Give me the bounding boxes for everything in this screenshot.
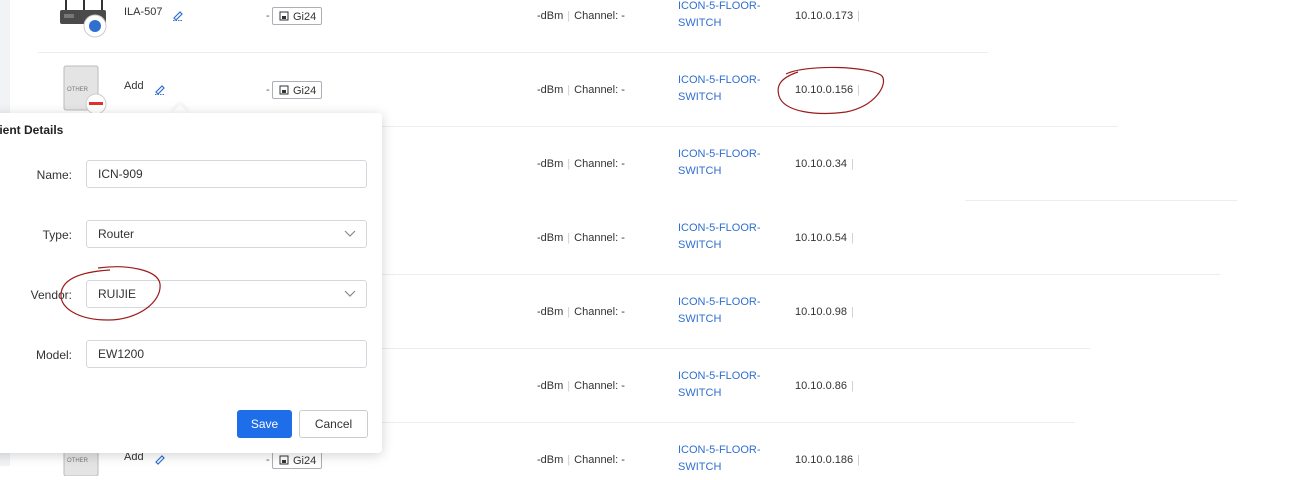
signal-info: -dBm | Channel: - <box>537 380 625 392</box>
port-tag: Gi24 <box>272 7 322 25</box>
port-dash: - <box>266 10 270 22</box>
row-divider <box>380 274 1220 275</box>
port-tag: Gi24 <box>272 81 322 99</box>
switch-link[interactable]: ICON-5-FLOOR-SWITCH <box>678 442 768 476</box>
type-select[interactable]: Router <box>86 220 367 248</box>
signal-info: -dBm | Channel: - <box>537 306 625 318</box>
port-dash: - <box>266 84 270 96</box>
ip-address: 10.10.0.54 | <box>795 232 854 244</box>
signal-info: -dBm | Channel: - <box>537 158 625 170</box>
port-icon <box>279 455 289 465</box>
ip-address: 10.10.0.186 | <box>795 454 860 466</box>
ip-address: 10.10.0.86 | <box>795 380 854 392</box>
name-label: Name: <box>36 168 72 182</box>
row-divider <box>380 422 1075 423</box>
model-label: Model: <box>35 348 72 362</box>
port-tag: Gi24 <box>272 451 322 469</box>
signal-info: -dBm | Channel: - <box>537 84 625 96</box>
switch-link[interactable]: ICON-5-FLOOR-SWITCH <box>678 146 768 180</box>
popover-title: lient Details <box>0 123 64 137</box>
svg-text:OTHER: OTHER <box>67 458 89 464</box>
cancel-button[interactable]: Cancel <box>299 410 368 438</box>
signal-info: -dBm | Channel: - <box>537 232 625 244</box>
name-input[interactable]: ICN-909 <box>86 160 367 188</box>
save-button[interactable]: Save <box>237 410 292 438</box>
other-device-image: OTHER <box>58 64 110 115</box>
device-name: Add <box>124 80 144 92</box>
row-divider <box>38 52 988 53</box>
signal-info: -dBm | Channel: - <box>537 454 625 466</box>
chevron-down-icon <box>344 290 356 297</box>
client-details-popover: lient Details Name: ICN-909 Type: Router… <box>0 113 382 453</box>
switch-link[interactable]: ICON-5-FLOOR-SWITCH <box>678 72 768 106</box>
ip-address: 10.10.0.34 | <box>795 158 854 170</box>
chevron-down-icon <box>344 230 356 237</box>
type-label: Type: <box>42 228 72 242</box>
signal-info: -dBm | Channel: - <box>537 10 625 22</box>
vendor-select[interactable]: RUIJIE <box>86 280 367 308</box>
port-icon <box>279 85 289 95</box>
port-icon <box>279 11 289 21</box>
switch-link[interactable]: ICON-5-FLOOR-SWITCH <box>678 294 768 328</box>
ip-address: 10.10.0.98 | <box>795 306 854 318</box>
edit-icon[interactable] <box>154 453 166 465</box>
svg-text:OTHER: OTHER <box>67 87 89 93</box>
device-name: ILA-507 <box>124 6 163 18</box>
row-divider <box>965 200 1237 201</box>
port-dash: - <box>266 454 270 466</box>
port-label: Gi24 <box>293 11 317 23</box>
row-divider <box>380 348 1090 349</box>
switch-link[interactable]: ICON-5-FLOOR-SWITCH <box>678 220 768 254</box>
edit-icon[interactable] <box>154 83 166 95</box>
ip-address: 10.10.0.156 | <box>795 84 860 96</box>
edit-icon[interactable] <box>172 9 184 21</box>
vendor-label: Vendor: <box>30 288 72 302</box>
port-label: Gi24 <box>293 455 317 467</box>
router-device-image <box>58 0 110 38</box>
model-input[interactable]: EW1200 <box>86 340 367 368</box>
ip-address: 10.10.0.173 | <box>795 10 860 22</box>
switch-link[interactable]: ICON-5-FLOOR-SWITCH <box>678 368 768 402</box>
port-label: Gi24 <box>293 85 317 97</box>
switch-link[interactable]: ICON-5-FLOOR-SWITCH <box>678 0 768 32</box>
